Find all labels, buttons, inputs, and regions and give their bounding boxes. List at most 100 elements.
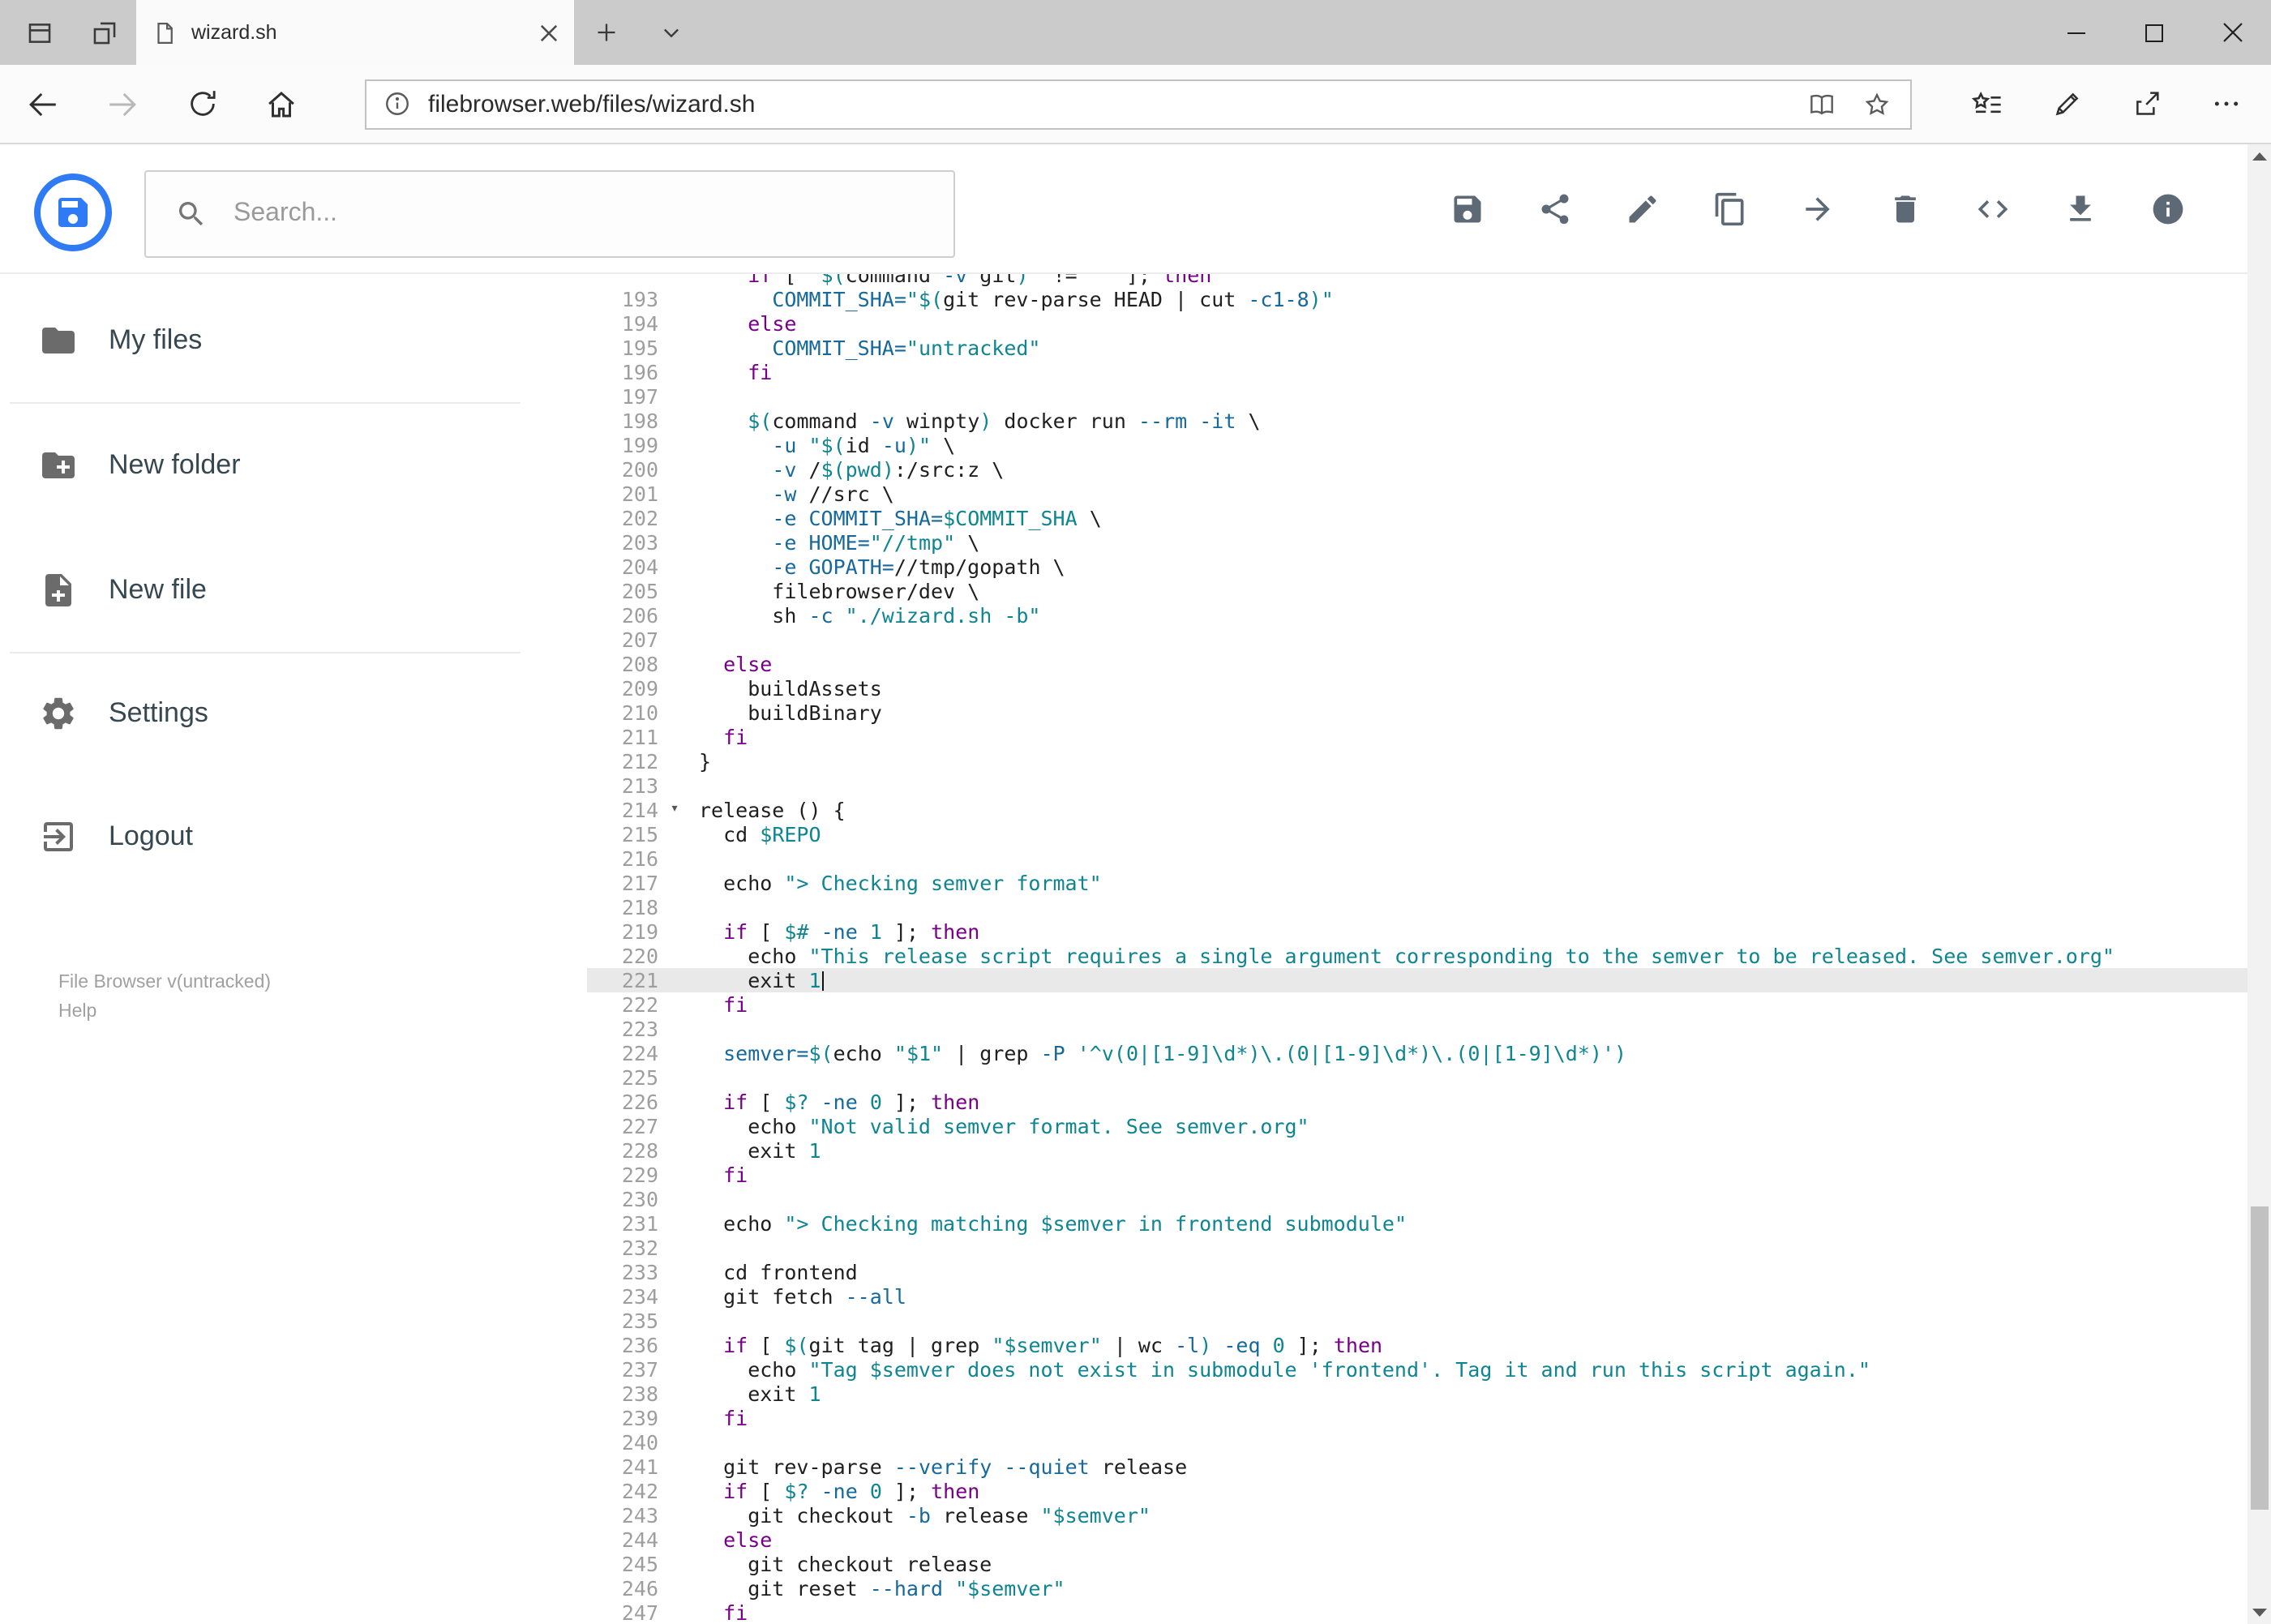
delete-button[interactable]: [1861, 165, 1948, 253]
code-line[interactable]: 240: [587, 1430, 2247, 1455]
code-line[interactable]: 230: [587, 1187, 2247, 1211]
code-line[interactable]: 215 cd $REPO: [587, 822, 2247, 846]
code-line[interactable]: 200 -v /$(pwd):/src:z \: [587, 457, 2247, 482]
move-button[interactable]: [1773, 165, 1861, 253]
code-line[interactable]: 201 -w //src \: [587, 482, 2247, 506]
code-line[interactable]: 226 if [ $? -ne 0 ]; then: [587, 1090, 2247, 1114]
sidebar-item-settings[interactable]: Settings: [0, 675, 587, 752]
code-line[interactable]: 216: [587, 846, 2247, 871]
sidebar-item-logout[interactable]: Logout: [0, 798, 587, 876]
code-line[interactable]: 239 fi: [587, 1406, 2247, 1430]
more-menu-button[interactable]: [2186, 65, 2265, 143]
code-line[interactable]: 193 COMMIT_SHA="$(git rev-parse HEAD | c…: [587, 287, 2247, 311]
code-editor[interactable]: if [ "$(command -v git)" != "" ]; then 19…: [587, 274, 2247, 1624]
code-line[interactable]: 210 buildBinary: [587, 701, 2247, 725]
address-bar[interactable]: filebrowser.web/files/wizard.sh: [365, 79, 1912, 129]
code-line[interactable]: 229 fi: [587, 1163, 2247, 1187]
tab-close-icon[interactable]: [540, 24, 558, 41]
code-line[interactable]: 214 ▾ release () {: [587, 798, 2247, 822]
code-line[interactable]: 235: [587, 1309, 2247, 1333]
close-window-button[interactable]: [2193, 0, 2271, 65]
sidebar-item-new-folder[interactable]: New folder: [0, 426, 587, 504]
code-line[interactable]: 198 $(command -v winpty) docker run --rm…: [587, 409, 2247, 433]
code-line[interactable]: 196 fi: [587, 360, 2247, 384]
code-line[interactable]: 234 git fetch --all: [587, 1284, 2247, 1309]
set-tabs-aside-button[interactable]: [71, 0, 136, 65]
code-line[interactable]: 218: [587, 895, 2247, 919]
code-line[interactable]: 225: [587, 1065, 2247, 1090]
code-line[interactable]: 245 git checkout release: [587, 1552, 2247, 1576]
page-info-icon[interactable]: [383, 89, 412, 118]
code-line[interactable]: 202 -e COMMIT_SHA=$COMMIT_SHA \: [587, 506, 2247, 530]
code-line[interactable]: 221 exit 1: [587, 968, 2247, 992]
code-line[interactable]: 203 -e HOME="//tmp" \: [587, 530, 2247, 555]
code-line[interactable]: 236 if [ $(git tag | grep "$semver" | wc…: [587, 1333, 2247, 1357]
code-line[interactable]: 217 echo "> Checking semver format": [587, 871, 2247, 895]
search-box[interactable]: [144, 170, 955, 258]
scroll-down-arrow[interactable]: [2247, 1600, 2271, 1624]
back-button[interactable]: [3, 65, 83, 143]
rename-button[interactable]: [1598, 165, 1686, 253]
code-line[interactable]: 213: [587, 773, 2247, 798]
reading-view-button[interactable]: [1793, 80, 1849, 127]
new-tab-button[interactable]: [574, 0, 639, 65]
tab-list-button[interactable]: [639, 0, 704, 65]
code-line[interactable]: 247 fi: [587, 1600, 2247, 1624]
url-text[interactable]: filebrowser.web/files/wizard.sh: [428, 90, 1793, 118]
fold-arrow-icon[interactable]: ▾: [665, 798, 684, 822]
minimize-button[interactable]: [2037, 0, 2115, 65]
code-line[interactable]: 205 filebrowser/dev \: [587, 579, 2247, 603]
share-file-button[interactable]: [1510, 165, 1598, 253]
code-line[interactable]: 219 if [ $# -ne 1 ]; then: [587, 919, 2247, 944]
raw-code-button[interactable]: [1948, 165, 2036, 253]
scroll-up-arrow[interactable]: [2247, 144, 2271, 169]
code-line[interactable]: 238 exit 1: [587, 1382, 2247, 1406]
code-line[interactable]: if [ "$(command -v git)" != "" ]; then: [587, 274, 2247, 287]
home-button[interactable]: [242, 65, 321, 143]
code-line[interactable]: 197: [587, 384, 2247, 409]
info-button[interactable]: [2123, 165, 2211, 253]
forward-button[interactable]: [83, 65, 162, 143]
download-button[interactable]: [2036, 165, 2123, 253]
app-logo[interactable]: [32, 172, 114, 253]
code-line[interactable]: 244 else: [587, 1528, 2247, 1552]
code-line[interactable]: 242 if [ $? -ne 0 ]; then: [587, 1479, 2247, 1503]
code-line[interactable]: 199 -u "$(id -u)" \: [587, 433, 2247, 457]
page-scrollbar[interactable]: [2247, 144, 2271, 1624]
copy-button[interactable]: [1686, 165, 1773, 253]
refresh-button[interactable]: [162, 65, 242, 143]
code-line[interactable]: 204 -e GOPATH=//tmp/gopath \: [587, 555, 2247, 579]
code-line[interactable]: 208 else: [587, 652, 2247, 676]
scrollbar-thumb[interactable]: [2250, 1206, 2268, 1510]
code-line[interactable]: 237 echo "Tag $semver does not exist in …: [587, 1357, 2247, 1382]
save-button[interactable]: [1423, 165, 1510, 253]
code-line[interactable]: 195 COMMIT_SHA="untracked": [587, 336, 2247, 360]
code-line[interactable]: 227 echo "Not valid semver format. See s…: [587, 1114, 2247, 1138]
code-line[interactable]: 220 echo "This release script requires a…: [587, 944, 2247, 968]
code-line[interactable]: 212}: [587, 749, 2247, 773]
web-note-button[interactable]: [2027, 65, 2106, 143]
add-favorite-button[interactable]: [1849, 80, 1904, 127]
code-line[interactable]: 233 cd frontend: [587, 1260, 2247, 1284]
browser-tab[interactable]: wizard.sh: [136, 0, 574, 65]
help-link[interactable]: Help: [58, 997, 271, 1026]
code-line[interactable]: 228 exit 1: [587, 1138, 2247, 1163]
search-input[interactable]: [230, 198, 953, 230]
code-line[interactable]: 207: [587, 628, 2247, 652]
sidebar-item-new-file[interactable]: New file: [0, 551, 587, 629]
code-line[interactable]: 223: [587, 1017, 2247, 1041]
sidebar-item-my-files[interactable]: My files: [0, 302, 587, 379]
hub-button[interactable]: [1947, 65, 2027, 143]
code-line[interactable]: 211 fi: [587, 725, 2247, 749]
maximize-button[interactable]: [2115, 0, 2193, 65]
code-line[interactable]: 231 echo "> Checking matching $semver in…: [587, 1211, 2247, 1236]
code-line[interactable]: 194 else: [587, 311, 2247, 336]
tabs-layout-button[interactable]: [6, 0, 71, 65]
code-line[interactable]: 246 git reset --hard "$semver": [587, 1576, 2247, 1600]
code-line[interactable]: 209 buildAssets: [587, 676, 2247, 701]
code-line[interactable]: 232: [587, 1236, 2247, 1260]
share-button[interactable]: [2106, 65, 2186, 143]
code-line[interactable]: 206 sh -c "./wizard.sh -b": [587, 603, 2247, 628]
code-line[interactable]: 241 git rev-parse --verify --quiet relea…: [587, 1455, 2247, 1479]
code-line[interactable]: 243 git checkout -b release "$semver": [587, 1503, 2247, 1528]
